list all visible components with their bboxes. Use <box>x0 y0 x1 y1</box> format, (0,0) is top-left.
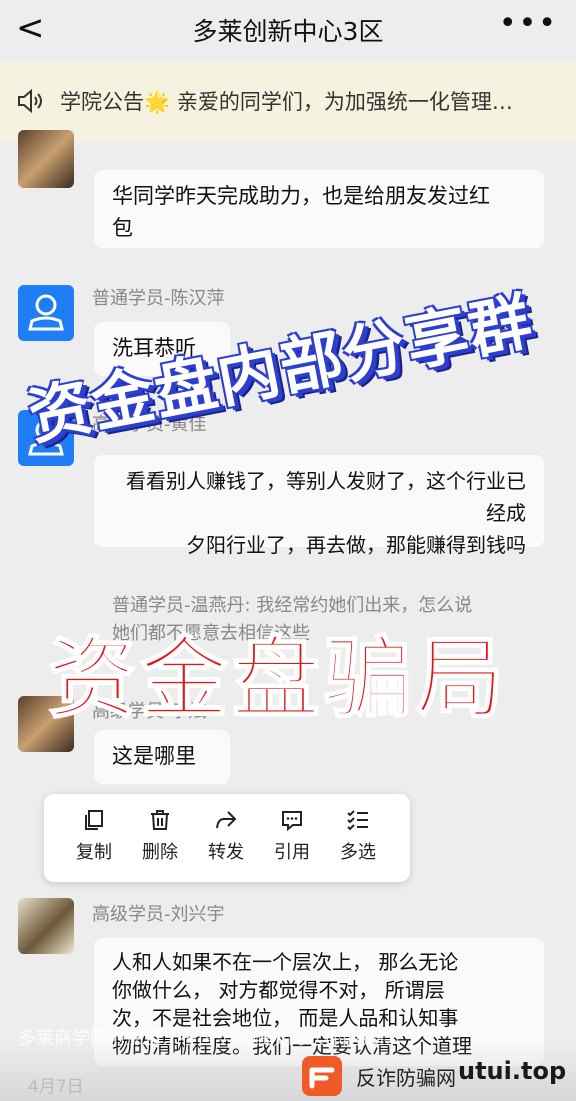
chat-title: 多莱创新中心3区 <box>192 17 384 46</box>
menu-label: 多选 <box>340 842 376 863</box>
message-context-menu: 复制 删除 转发 引用 多选 <box>44 794 410 882</box>
watermark-banner-bottom: 资金盘骗局 <box>47 626 509 731</box>
message-bubble[interactable]: 华同学昨天完成助力，也是给朋友发过红 包 <box>94 170 544 248</box>
forward-icon <box>216 811 237 829</box>
announcement-bar[interactable]: 学院公告🌟 亲爱的同学们，为加强统一化管理… <box>0 62 576 142</box>
message-bubble[interactable]: 这是哪里 <box>94 730 230 784</box>
more-options-button[interactable]: ••• <box>499 6 558 41</box>
copy-icon <box>85 810 103 830</box>
brand-watermark: 反诈防骗网 utui.top <box>302 1054 566 1098</box>
trash-icon <box>151 810 169 830</box>
menu-label: 复制 <box>76 842 112 863</box>
sender-name: 高级学员-刘兴宇 <box>92 904 225 925</box>
multiselect-button[interactable]: 多选 <box>328 808 388 864</box>
footer-ticker: 多莱商学院对加盟…在国努力触发的人都能获得… <box>18 1028 414 1049</box>
speaker-icon <box>18 89 42 113</box>
brand-logo-icon <box>302 1056 342 1096</box>
avatar[interactable] <box>18 898 74 954</box>
announcement-text: 学院公告🌟 亲爱的同学们，为加强统一化管理… <box>60 90 513 114</box>
menu-label: 引用 <box>274 842 310 863</box>
quote-button[interactable]: 引用 <box>262 808 322 864</box>
message-bubble[interactable]: 看看别人赚钱了，等别人发财了，这个行业已经成 夕阳行业了，再去做，那能赚得到钱吗 <box>94 455 544 557</box>
chat-header: < 多莱创新中心3区 ••• <box>0 0 576 62</box>
avatar[interactable] <box>18 285 74 341</box>
default-user-icon <box>28 294 64 331</box>
avatar[interactable] <box>18 130 74 188</box>
forward-button[interactable]: 转发 <box>196 808 256 864</box>
delete-button[interactable]: 删除 <box>130 808 190 864</box>
post-date: 4月7日 <box>28 1077 84 1097</box>
multiselect-icon <box>347 810 368 831</box>
brand-domain: utui.top <box>458 1057 567 1085</box>
quote-icon <box>282 811 302 832</box>
copy-button[interactable]: 复制 <box>64 808 124 864</box>
sender-name: 普通学员-陈汉萍 <box>92 288 225 309</box>
brand-name: 反诈防骗网 <box>356 1066 456 1090</box>
menu-label: 删除 <box>142 842 178 863</box>
menu-label: 转发 <box>208 842 244 863</box>
